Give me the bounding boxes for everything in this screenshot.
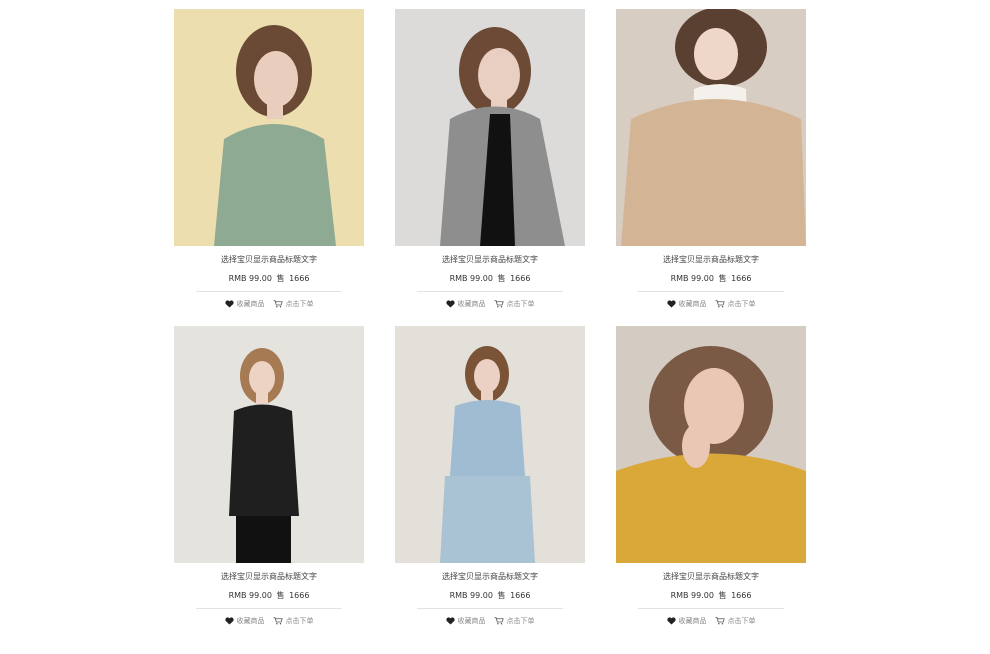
cart-icon <box>273 617 283 625</box>
action-row: 收藏商品 点击下单 <box>616 298 806 310</box>
divider <box>417 608 563 609</box>
sold-label: 售 <box>276 591 285 600</box>
sold-label: 售 <box>718 591 727 600</box>
heart-icon <box>224 300 234 308</box>
sold-label: 售 <box>497 591 506 600</box>
cart-icon <box>494 300 504 308</box>
product-image[interactable] <box>395 9 585 246</box>
product-card[interactable]: 选择宝贝显示商品标题文字 RMB 99.00 售 1666 收藏商品 点击下单 <box>616 326 806 625</box>
action-row: 收藏商品 点击下单 <box>174 615 364 627</box>
price-row: RMB 99.00 售 1666 <box>395 590 585 602</box>
product-photo-svg <box>395 9 585 246</box>
heart-icon <box>666 617 676 625</box>
price: RMB 99.00 <box>670 274 714 283</box>
cart-icon <box>494 617 504 625</box>
sold-count: 1666 <box>510 591 531 600</box>
product-card[interactable]: 选择宝贝显示商品标题文字 RMB 99.00 售 1666 收藏商品 点击下单 <box>174 9 364 308</box>
sold-label: 售 <box>497 274 506 283</box>
price: RMB 99.00 <box>670 591 714 600</box>
product-title[interactable]: 选择宝贝显示商品标题文字 <box>174 254 364 266</box>
product-photo-svg <box>174 326 364 563</box>
sold-label: 售 <box>718 274 727 283</box>
sold-count: 1666 <box>731 274 752 283</box>
cart-icon <box>273 300 283 308</box>
price-row: RMB 99.00 售 1666 <box>616 273 806 285</box>
sold-count: 1666 <box>510 274 531 283</box>
order-button[interactable]: 点击下单 <box>273 299 314 309</box>
sold-label: 售 <box>276 274 285 283</box>
order-label: 点击下单 <box>285 617 314 625</box>
product-image[interactable] <box>616 9 806 246</box>
order-label: 点击下单 <box>285 300 314 308</box>
action-row: 收藏商品 点击下单 <box>395 615 585 627</box>
divider <box>417 291 563 292</box>
product-card[interactable]: 选择宝贝显示商品标题文字 RMB 99.00 售 1666 收藏商品 点击下单 <box>616 9 806 308</box>
divider <box>196 291 342 292</box>
price: RMB 99.00 <box>449 274 493 283</box>
favorite-button[interactable]: 收藏商品 <box>666 616 707 626</box>
cart-icon <box>715 617 725 625</box>
product-image[interactable] <box>174 326 364 563</box>
product-card[interactable]: 选择宝贝显示商品标题文字 RMB 99.00 售 1666 收藏商品 点击下单 <box>174 326 364 625</box>
product-title[interactable]: 选择宝贝显示商品标题文字 <box>616 571 806 583</box>
price-row: RMB 99.00 售 1666 <box>174 273 364 285</box>
divider <box>196 608 342 609</box>
product-photo-svg <box>616 9 806 246</box>
order-button[interactable]: 点击下单 <box>494 299 535 309</box>
favorite-button[interactable]: 收藏商品 <box>666 299 707 309</box>
product-photo-svg <box>616 326 806 563</box>
product-image[interactable] <box>616 326 806 563</box>
price: RMB 99.00 <box>228 274 272 283</box>
order-label: 点击下单 <box>506 300 535 308</box>
order-label: 点击下单 <box>727 617 756 625</box>
order-label: 点击下单 <box>727 300 756 308</box>
cart-icon <box>715 300 725 308</box>
favorite-button[interactable]: 收藏商品 <box>445 616 486 626</box>
price: RMB 99.00 <box>228 591 272 600</box>
order-label: 点击下单 <box>506 617 535 625</box>
sold-count: 1666 <box>289 274 310 283</box>
product-image[interactable] <box>174 9 364 246</box>
product-title[interactable]: 选择宝贝显示商品标题文字 <box>174 571 364 583</box>
product-photo-svg <box>395 326 585 563</box>
divider <box>638 608 784 609</box>
price-row: RMB 99.00 售 1666 <box>395 273 585 285</box>
favorite-label: 收藏商品 <box>678 617 707 625</box>
favorite-label: 收藏商品 <box>457 617 486 625</box>
product-photo-svg <box>174 9 364 246</box>
sold-count: 1666 <box>731 591 752 600</box>
price: RMB 99.00 <box>449 591 493 600</box>
favorite-button[interactable]: 收藏商品 <box>224 616 265 626</box>
price-row: RMB 99.00 售 1666 <box>616 590 806 602</box>
favorite-label: 收藏商品 <box>236 617 265 625</box>
order-button[interactable]: 点击下单 <box>494 616 535 626</box>
heart-icon <box>224 617 234 625</box>
action-row: 收藏商品 点击下单 <box>616 615 806 627</box>
sold-count: 1666 <box>289 591 310 600</box>
divider <box>638 291 784 292</box>
favorite-button[interactable]: 收藏商品 <box>224 299 265 309</box>
product-title[interactable]: 选择宝贝显示商品标题文字 <box>616 254 806 266</box>
product-card[interactable]: 选择宝贝显示商品标题文字 RMB 99.00 售 1666 收藏商品 点击下单 <box>395 326 585 625</box>
order-button[interactable]: 点击下单 <box>273 616 314 626</box>
order-button[interactable]: 点击下单 <box>715 299 756 309</box>
product-card[interactable]: 选择宝贝显示商品标题文字 RMB 99.00 售 1666 收藏商品 点击下单 <box>395 9 585 308</box>
heart-icon <box>445 300 455 308</box>
favorite-label: 收藏商品 <box>457 300 486 308</box>
product-title[interactable]: 选择宝贝显示商品标题文字 <box>395 571 585 583</box>
heart-icon <box>445 617 455 625</box>
product-title[interactable]: 选择宝贝显示商品标题文字 <box>395 254 585 266</box>
product-image[interactable] <box>395 326 585 563</box>
price-row: RMB 99.00 售 1666 <box>174 590 364 602</box>
favorite-label: 收藏商品 <box>236 300 265 308</box>
product-grid: 选择宝贝显示商品标题文字 RMB 99.00 售 1666 收藏商品 点击下单 <box>174 9 806 625</box>
action-row: 收藏商品 点击下单 <box>174 298 364 310</box>
favorite-label: 收藏商品 <box>678 300 707 308</box>
favorite-button[interactable]: 收藏商品 <box>445 299 486 309</box>
order-button[interactable]: 点击下单 <box>715 616 756 626</box>
action-row: 收藏商品 点击下单 <box>395 298 585 310</box>
heart-icon <box>666 300 676 308</box>
